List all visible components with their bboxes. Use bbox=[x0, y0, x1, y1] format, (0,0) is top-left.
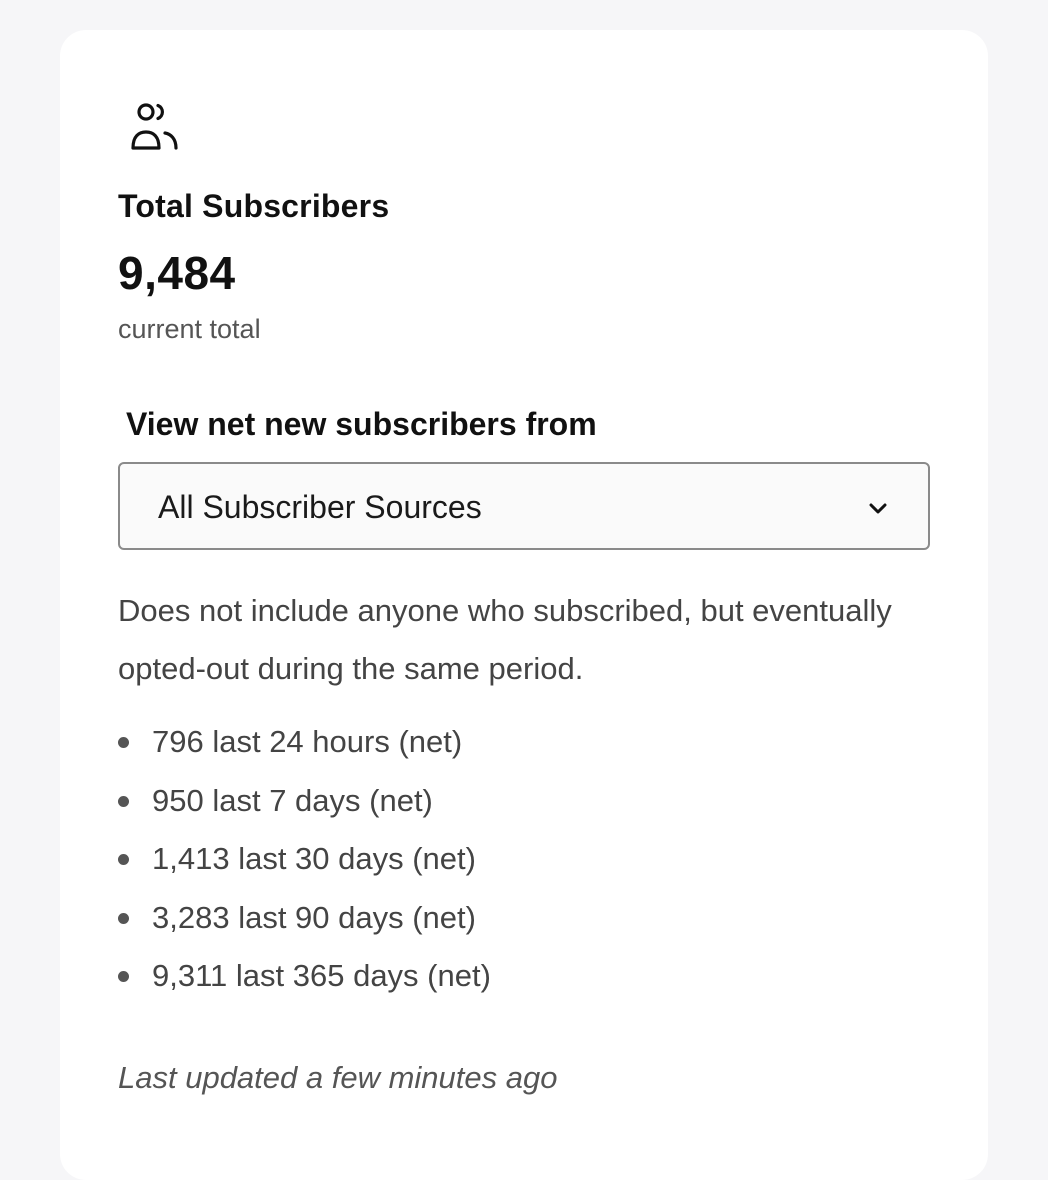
source-select-label: View net new subscribers from bbox=[126, 406, 597, 442]
list-item: 796 last 24 hours (net) bbox=[118, 716, 491, 775]
total-caption: current total bbox=[118, 314, 261, 344]
bullet bbox=[118, 737, 129, 748]
stat-365d: 9,311 last 365 days (net) bbox=[152, 958, 491, 993]
stat-7d: 950 last 7 days (net) bbox=[152, 782, 433, 818]
card-title: Total Subscribers bbox=[118, 188, 390, 224]
stat-90d: 3,283 last 90 days (net) bbox=[152, 899, 476, 935]
selected-source: All Subscriber Sources bbox=[158, 489, 482, 525]
bullet bbox=[118, 971, 129, 982]
subscriber-source-select[interactable]: All Subscriber Sources bbox=[118, 462, 930, 550]
stat-24h: 796 last 24 hours (net) bbox=[152, 724, 463, 759]
list-item: 3,283 last 90 days (net) bbox=[118, 892, 491, 951]
bullet bbox=[118, 854, 129, 865]
net-description: Does not include anyone who subscribed, … bbox=[118, 593, 892, 686]
stat-30d: 1,413 last 30 days (net) bbox=[152, 841, 476, 876]
bullet bbox=[118, 795, 129, 807]
users-icon bbox=[126, 98, 182, 154]
bullet bbox=[118, 912, 129, 924]
net-subscriber-stats: 796 last 24 hours (net) 950 last 7 days … bbox=[118, 716, 491, 1009]
chevron-down-icon bbox=[866, 496, 890, 520]
total-subscribers-value: 9,484 bbox=[118, 247, 236, 299]
list-item: 1,413 last 30 days (net) bbox=[118, 833, 491, 892]
list-item: 950 last 7 days (net) bbox=[118, 775, 491, 834]
last-updated-text: Last updated a few minutes ago bbox=[118, 1060, 558, 1095]
list-item: 9,311 last 365 days (net) bbox=[118, 950, 491, 1009]
